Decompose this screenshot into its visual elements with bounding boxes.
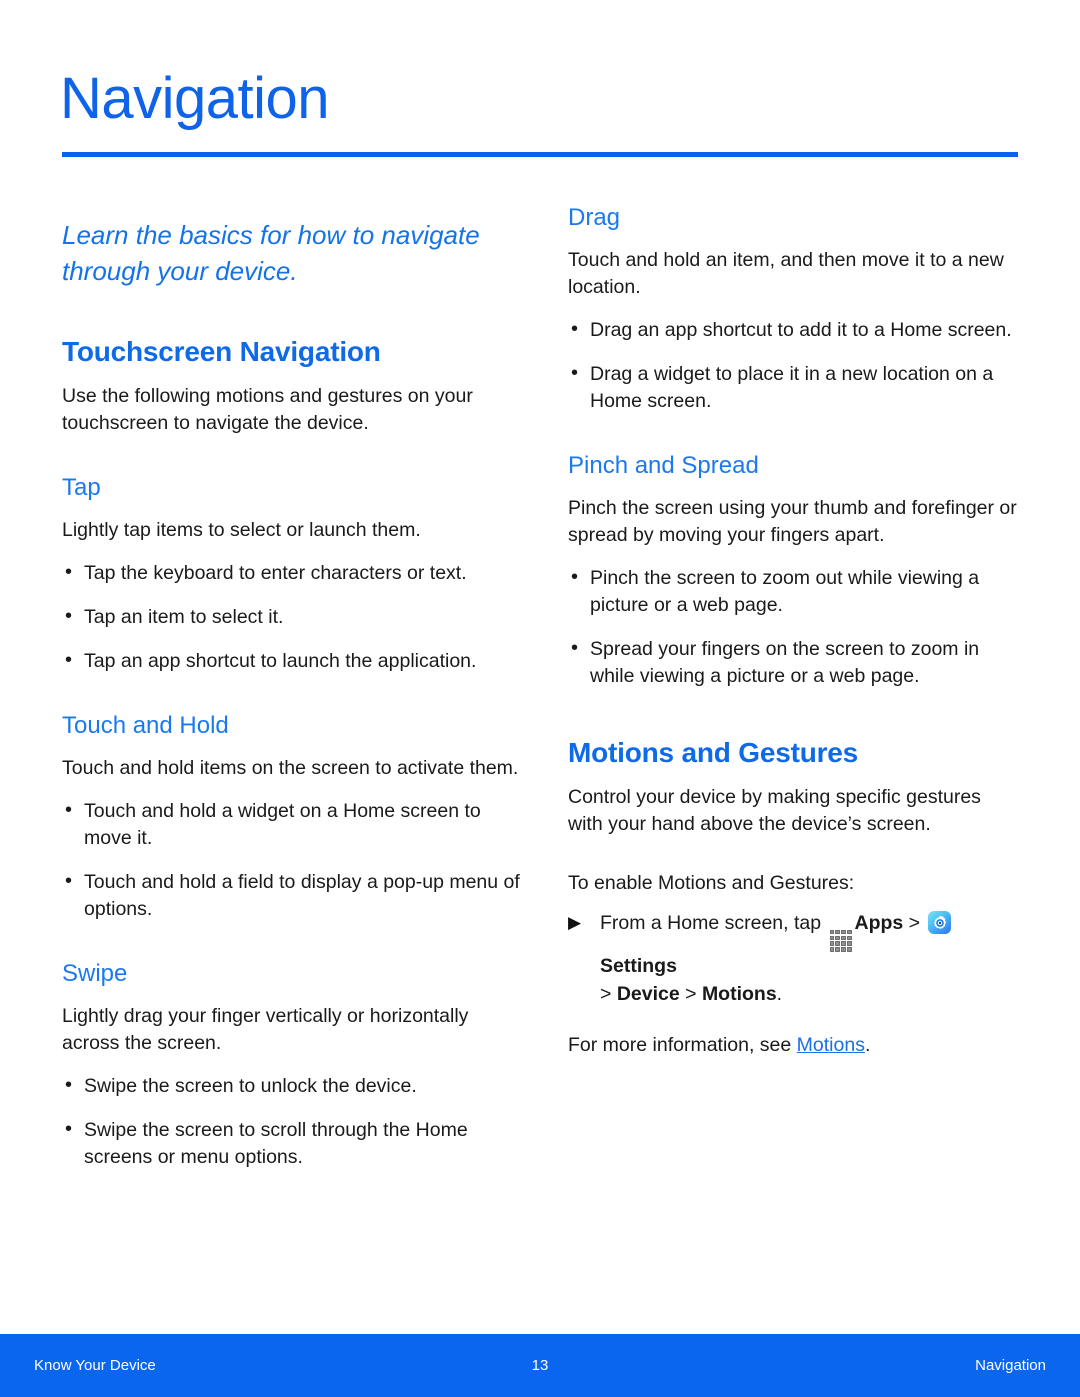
- subsection-body-pinch-and-spread: Pinch the screen using your thumb and fo…: [568, 497, 1017, 546]
- list-item: Tap an item to select it.: [62, 603, 526, 631]
- section-body-touchscreen-navigation: Use the following motions and gestures o…: [62, 385, 473, 434]
- section-body-motions-and-gestures: Control your device by making specific g…: [568, 786, 981, 835]
- settings-gear-icon: [928, 911, 952, 934]
- step-item-navigate-to-motions: From a Home screen, tap Apps > Settings>…: [568, 909, 1020, 1008]
- document-page: Navigation Learn the basics for how to n…: [0, 0, 1080, 1397]
- subsection-title-touch-and-hold: Touch and Hold: [62, 712, 229, 739]
- step-prefix-text: From a Home screen, tap: [600, 912, 827, 934]
- more-information-suffix: .: [864, 1033, 871, 1056]
- page-title: Navigation: [60, 66, 330, 131]
- list-item: Swipe the screen to unlock the device.: [62, 1072, 526, 1100]
- step-path-period: .: [776, 982, 783, 1005]
- list-item: Swipe the screen to scroll through the H…: [62, 1116, 526, 1171]
- step-label-motions: Motions: [701, 982, 777, 1005]
- bullet-list-pinch-and-spread: Pinch the screen to zoom out while viewi…: [568, 564, 1020, 690]
- step-label-device: Device: [616, 982, 680, 1005]
- header-divider-rule: [62, 152, 1018, 157]
- list-item: Touch and hold a widget on a Home screen…: [62, 797, 526, 852]
- section-title-touchscreen-navigation: Touchscreen Navigation: [62, 336, 381, 367]
- list-item: Pinch the screen to zoom out while viewi…: [568, 564, 1020, 619]
- footer-page-number: 13: [531, 1357, 549, 1374]
- subsection-title-tap: Tap: [62, 474, 101, 501]
- subsection-body-touch-and-hold: Touch and hold items on the screen to ac…: [62, 757, 519, 779]
- step-label-settings: Settings: [600, 954, 677, 977]
- footer-section-label: Navigation: [975, 1357, 1046, 1374]
- subsection-title-drag: Drag: [568, 204, 621, 231]
- list-item: Spread your fingers on the screen to zoo…: [568, 635, 1020, 690]
- intro-tagline: Learn the basics for how to navigate thr…: [62, 220, 480, 286]
- list-item: Tap an app shortcut to launch the applic…: [62, 647, 526, 675]
- bullet-list-drag: Drag an app shortcut to add it to a Home…: [568, 316, 1020, 415]
- left-column: Learn the basics for how to navigate thr…: [62, 203, 526, 1171]
- apps-grid-icon: [829, 929, 852, 952]
- step-path-tail-prefix: >: [600, 982, 617, 1005]
- subsection-title-pinch-and-spread: Pinch and Spread: [568, 452, 759, 479]
- subsection-body-tap: Lightly tap items to select or launch th…: [62, 519, 421, 541]
- right-column: Drag Touch and hold an item, and then mo…: [568, 203, 1020, 1059]
- subsection-body-swipe: Lightly drag your finger vertically or h…: [62, 1005, 469, 1054]
- bullet-list-touch-and-hold: Touch and hold a widget on a Home screen…: [62, 797, 526, 923]
- bullet-list-tap: Tap the keyboard to enter characters or …: [62, 559, 526, 675]
- list-item: Tap the keyboard to enter characters or …: [62, 559, 526, 587]
- subsection-title-swipe: Swipe: [62, 960, 128, 987]
- subsection-body-drag: Touch and hold an item, and then move it…: [568, 249, 1004, 298]
- step-path-separator: >: [679, 982, 702, 1005]
- list-item: Touch and hold a field to display a pop-…: [62, 868, 526, 923]
- more-information-line: For more information, see Motions.: [568, 1032, 1020, 1059]
- enable-motions-intro: To enable Motions and Gestures:: [568, 872, 855, 894]
- more-information-prefix: For more information, see: [568, 1033, 797, 1056]
- motions-cross-reference-link[interactable]: Motions: [797, 1034, 865, 1056]
- step-separator-1: >: [903, 912, 926, 934]
- step-label-apps: Apps: [854, 912, 904, 934]
- list-item: Drag a widget to place it in a new locat…: [568, 360, 1020, 415]
- bullet-list-swipe: Swipe the screen to unlock the device. S…: [62, 1072, 526, 1171]
- list-item: Drag an app shortcut to add it to a Home…: [568, 316, 1020, 344]
- step-list-enable-motions: From a Home screen, tap Apps > Settings>…: [568, 909, 1020, 1008]
- page-footer: Know Your Device 13 Navigation: [0, 1334, 1080, 1397]
- section-title-motions-and-gestures: Motions and Gestures: [568, 737, 859, 768]
